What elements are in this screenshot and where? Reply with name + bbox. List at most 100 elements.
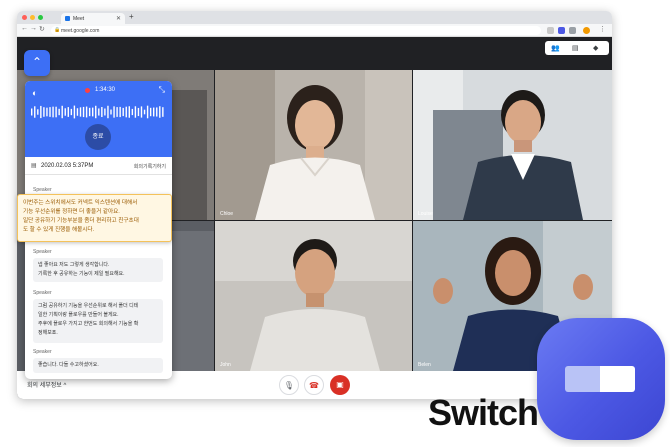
waveform-bar — [143, 109, 146, 115]
waveform-bar — [85, 106, 88, 118]
extension-icon[interactable] — [558, 27, 565, 34]
waveform-bar — [156, 107, 158, 117]
waveform-bar — [79, 107, 82, 117]
speaker-label: Speaker — [33, 249, 52, 255]
transcript-bubble: 그럼 공유하기 기능을 우선순위로 해서 폴더 디테 일한 기획이랑 플로우를 … — [33, 299, 163, 343]
waveform-bar — [61, 105, 63, 119]
shrink-icon[interactable]: ⤡ — [159, 85, 165, 95]
address-bar: ← → ↻ 🔒 meet.google.com ⋮ — [17, 24, 612, 37]
reload-icon[interactable]: ↻ — [39, 25, 45, 33]
waveform-bar — [153, 107, 155, 117]
video-tile-chloe[interactable]: Chloe — [215, 70, 412, 220]
transcript-line: 넵 좋아요 저도 그렇게 생각합니다. — [38, 262, 110, 268]
tab-title: Meet — [73, 16, 85, 22]
meet-toolbar: 👥 ▤ ◆ — [545, 41, 609, 55]
participant-name-louise: Louise — [418, 211, 433, 217]
waveform-bar — [113, 106, 115, 118]
louise-video — [413, 70, 612, 220]
waveform-bar — [76, 108, 79, 116]
minimize-window-dot[interactable] — [30, 15, 35, 20]
url-field[interactable]: 🔒 meet.google.com — [51, 26, 541, 35]
maximize-window-dot[interactable] — [38, 15, 43, 20]
forward-icon[interactable]: → — [30, 25, 37, 32]
document-icon: ▤ — [31, 163, 37, 169]
waveform-bar — [34, 106, 36, 118]
waveform-bar — [162, 107, 164, 117]
waveform-bar — [134, 106, 137, 118]
speaker-label: Speaker — [33, 349, 52, 355]
camera-off-icon[interactable]: ▣ — [330, 375, 350, 395]
close-window-dot[interactable] — [22, 15, 27, 20]
meet-top-strip — [17, 37, 612, 70]
lock-icon: 🔒 — [54, 27, 61, 33]
meeting-details-toggle[interactable]: 회의 세부정보 ^ — [27, 380, 66, 389]
video-tile-louise[interactable]: Louise — [413, 70, 612, 220]
callout-line: 도 할 수 있게 진행을 해볼시다. — [23, 227, 95, 233]
waveform-bar — [146, 105, 149, 119]
stage: Meet ✕ + ← → ↻ 🔒 meet.google.com ⋮ 👥 ▤ ◆… — [0, 0, 670, 447]
new-tab-icon[interactable]: + — [129, 12, 134, 21]
recording-time: 1:34:30 — [95, 87, 116, 93]
john-video — [215, 221, 412, 371]
browser-menu-icon[interactable]: ⋮ — [599, 25, 606, 33]
waveform-bar — [95, 105, 97, 119]
stop-recording-button[interactable]: 종료 — [85, 124, 111, 150]
waveform-bar — [58, 108, 60, 116]
waveform-bar — [128, 106, 130, 118]
tab-close-icon[interactable]: ✕ — [116, 15, 121, 22]
transcript-line: 정해보죠. — [38, 330, 58, 336]
waveform-bar — [92, 107, 94, 117]
waveform-bar — [70, 108, 73, 116]
brand-wordmark: Switch — [428, 392, 539, 433]
waveform-bar — [122, 107, 124, 117]
participant-name-chloe: Chloe — [220, 211, 234, 217]
people-icon[interactable]: 👥 — [551, 44, 560, 52]
puzzle-icon[interactable] — [569, 27, 576, 34]
transcript-line: 기록한 후 공유하는 기능이 제일 필요해요. — [38, 271, 125, 277]
chat-icon[interactable]: ▤ — [572, 44, 579, 52]
participant-name-belen: Belen — [418, 362, 431, 368]
waveform-bar — [101, 106, 103, 118]
highlighted-transcript-callout: 이번주는 스위치에서도 커넥트 익스텐션에 대해서 기능 우선순위를 정하면 더… — [17, 194, 172, 242]
switch-logo-icon: ◐ — [32, 88, 38, 98]
waveform-bar — [49, 107, 51, 117]
waveform-bar — [149, 107, 152, 117]
waveform-bar — [43, 107, 45, 117]
waveform-bar — [159, 106, 161, 118]
waveform-bar — [125, 106, 127, 118]
waveform-bar — [119, 106, 121, 118]
callout-line: 기능 우선순위를 정하면 더 좋을거 같아요. — [23, 209, 120, 215]
waveform-bar — [131, 108, 134, 116]
star-icon[interactable] — [547, 27, 554, 34]
recorder-header: ◐ 1:34:30 ⤡ 종료 — [25, 81, 172, 157]
transcript-bubble: 좋습니다. 다들 수고하셨어요. — [33, 358, 163, 373]
toggle-right-half — [600, 366, 635, 392]
transcript-line: 주후에 플로우 가지고 한번도 회의해서 기능을 확 — [38, 321, 139, 327]
recording-date: 2020.02.03 5:37PM — [41, 163, 94, 169]
transcript-line: 좋습니다. 다들 수고하셨어요. — [38, 362, 99, 368]
recording-meta: ▤ 2020.02.03 5:37PM 회의기록기하기 — [25, 159, 172, 175]
waveform-bar — [55, 106, 57, 118]
chevron-up-icon: ⌃ — [31, 55, 43, 69]
back-icon[interactable]: ← — [21, 25, 28, 32]
participant-name-john: John — [220, 362, 231, 368]
transcript-bubble: 넵 좋아요 저도 그렇게 생각합니다. 기록한 후 공유하는 기능이 제일 필요… — [33, 258, 163, 282]
waveform-bar — [37, 109, 39, 115]
url-text: meet.google.com — [61, 28, 100, 34]
waveform-bar — [52, 106, 54, 118]
meeting-minutes-link[interactable]: 회의기록기하기 — [134, 163, 166, 170]
waveform-bar — [88, 107, 91, 117]
toggle-icon — [565, 366, 635, 392]
collapse-panel-button[interactable]: ⌃ — [24, 50, 50, 76]
waveform-bar — [67, 107, 69, 117]
waveform-bar — [46, 107, 48, 117]
video-tile-john[interactable]: John — [215, 221, 412, 371]
hang-up-icon[interactable]: ☎ — [304, 375, 324, 395]
browser-tab[interactable]: Meet ✕ — [61, 13, 125, 24]
activities-icon[interactable]: ◆ — [593, 44, 598, 52]
waveform-bar — [64, 108, 66, 116]
speaker-label: Speaker — [33, 290, 52, 296]
mic-icon[interactable]: 🎙 — [279, 375, 299, 395]
switch-app-icon — [537, 318, 665, 440]
profile-avatar[interactable] — [583, 27, 590, 34]
